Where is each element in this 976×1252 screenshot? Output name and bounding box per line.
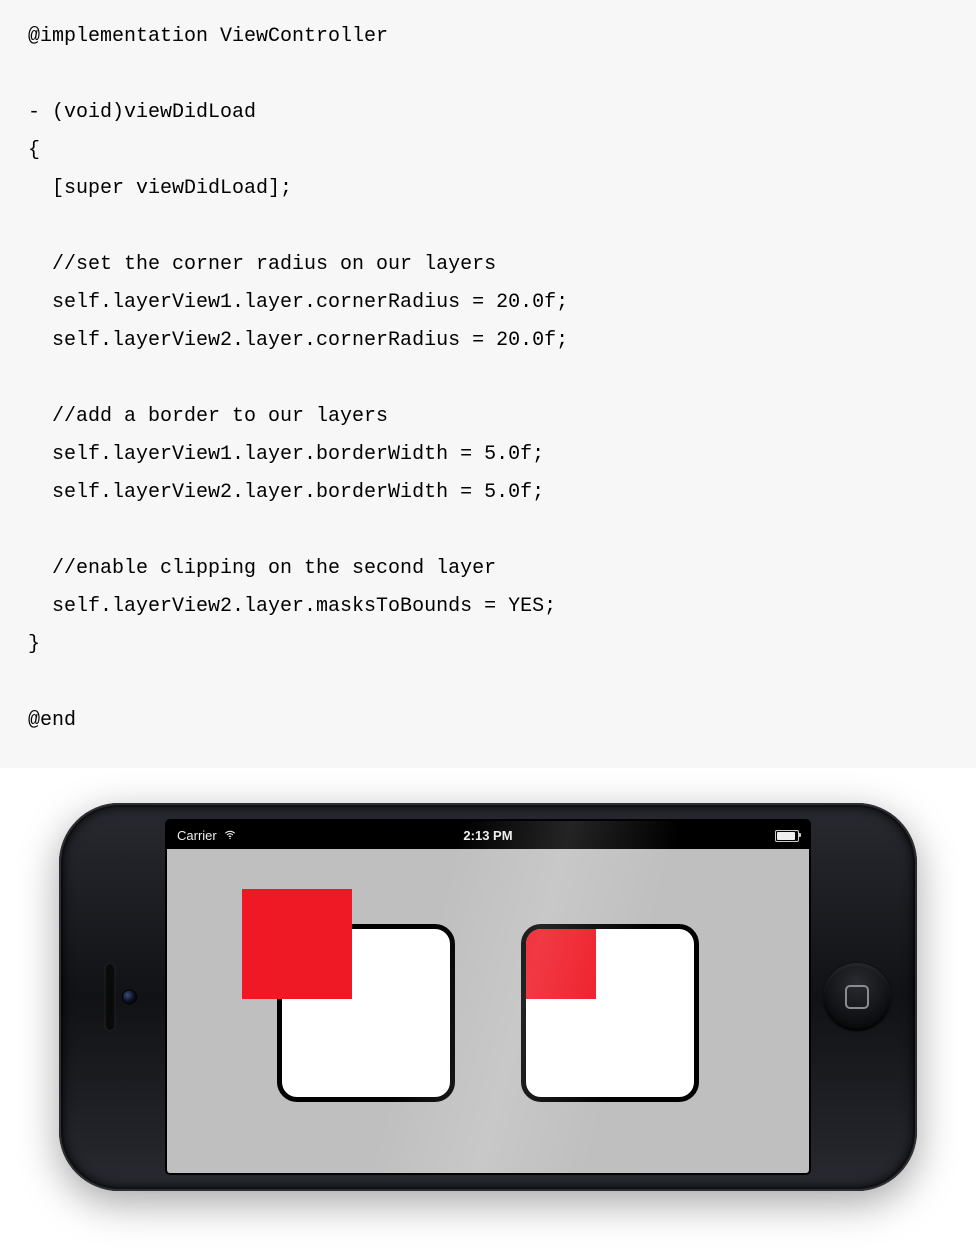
code-text: @implementation ViewController - (void)v… [28, 25, 568, 732]
phone-figure: Carrier 2:13 PM [0, 768, 976, 1231]
status-bar: Carrier 2:13 PM [167, 821, 809, 849]
clock-label: 2:13 PM [167, 828, 809, 843]
code-block: @implementation ViewController - (void)v… [0, 0, 976, 768]
home-button[interactable] [823, 963, 891, 1031]
battery-icon [775, 830, 799, 842]
layer-view-2 [521, 924, 699, 1102]
layer-view-1 [277, 924, 455, 1102]
speaker-icon [105, 963, 115, 1031]
app-canvas [167, 849, 809, 1173]
home-square-icon [845, 985, 869, 1009]
iphone-device: Carrier 2:13 PM [59, 803, 917, 1191]
layer-view-2-subview [521, 924, 596, 999]
front-camera-icon [123, 991, 136, 1004]
layer-view-1-subview [242, 889, 352, 999]
device-screen: Carrier 2:13 PM [167, 821, 809, 1173]
